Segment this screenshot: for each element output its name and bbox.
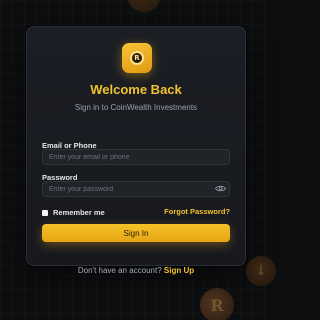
decorative-coin-corner: ↓	[246, 256, 276, 286]
page-title: Welcome Back	[90, 82, 182, 97]
forgot-password-link[interactable]: Forgot Password?	[164, 207, 230, 216]
remember-me-label: Remember me	[53, 208, 105, 217]
decorative-coin-bottom: R	[200, 288, 234, 320]
eye-icon[interactable]	[215, 185, 226, 192]
coin-arrow-glyph: ↓	[255, 263, 267, 279]
sign-up-link[interactable]: Sign Up	[164, 266, 194, 275]
coin-r-icon: R	[130, 51, 144, 65]
coin-r-glyph: R	[210, 295, 224, 315]
signup-prompt-text: Don't have an account?	[77, 266, 162, 275]
email-field[interactable]	[42, 149, 230, 165]
sign-in-button[interactable]: Sign In	[42, 224, 230, 242]
remember-me-toggle[interactable]: Remember me	[42, 208, 105, 217]
remember-me-checkbox[interactable]	[42, 209, 48, 216]
signup-prompt-row: Don't have an account? Sign Up	[27, 266, 245, 275]
password-field[interactable]	[42, 181, 230, 197]
coin-logo-icon: R	[122, 43, 152, 73]
page-subtitle: Sign in to CoinWealth Investments	[74, 103, 198, 112]
login-card: R Welcome Back Sign in to CoinWealth Inv…	[26, 26, 246, 275]
